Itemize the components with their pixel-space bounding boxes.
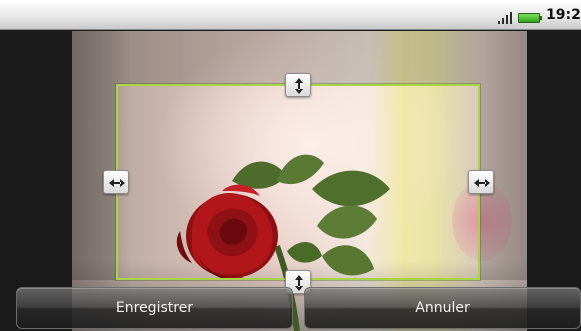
horizontal-resize-icon — [474, 179, 490, 187]
crop-handle-top[interactable] — [285, 73, 311, 97]
crop-handle-right[interactable] — [468, 170, 494, 194]
status-clock: 19:26 — [546, 7, 581, 23]
save-button[interactable]: Enregistrer — [16, 287, 293, 329]
status-bar: 19:26 — [0, 0, 581, 30]
crop-frame[interactable] — [116, 84, 480, 280]
signal-bars-icon — [498, 10, 512, 24]
vertical-resize-icon — [295, 78, 303, 94]
cancel-button[interactable]: Annuler — [304, 287, 581, 329]
horizontal-resize-icon — [109, 179, 125, 187]
crop-screen: 19:26 — [0, 0, 581, 331]
crop-handle-left[interactable] — [103, 170, 129, 194]
battery-icon — [518, 13, 542, 23]
